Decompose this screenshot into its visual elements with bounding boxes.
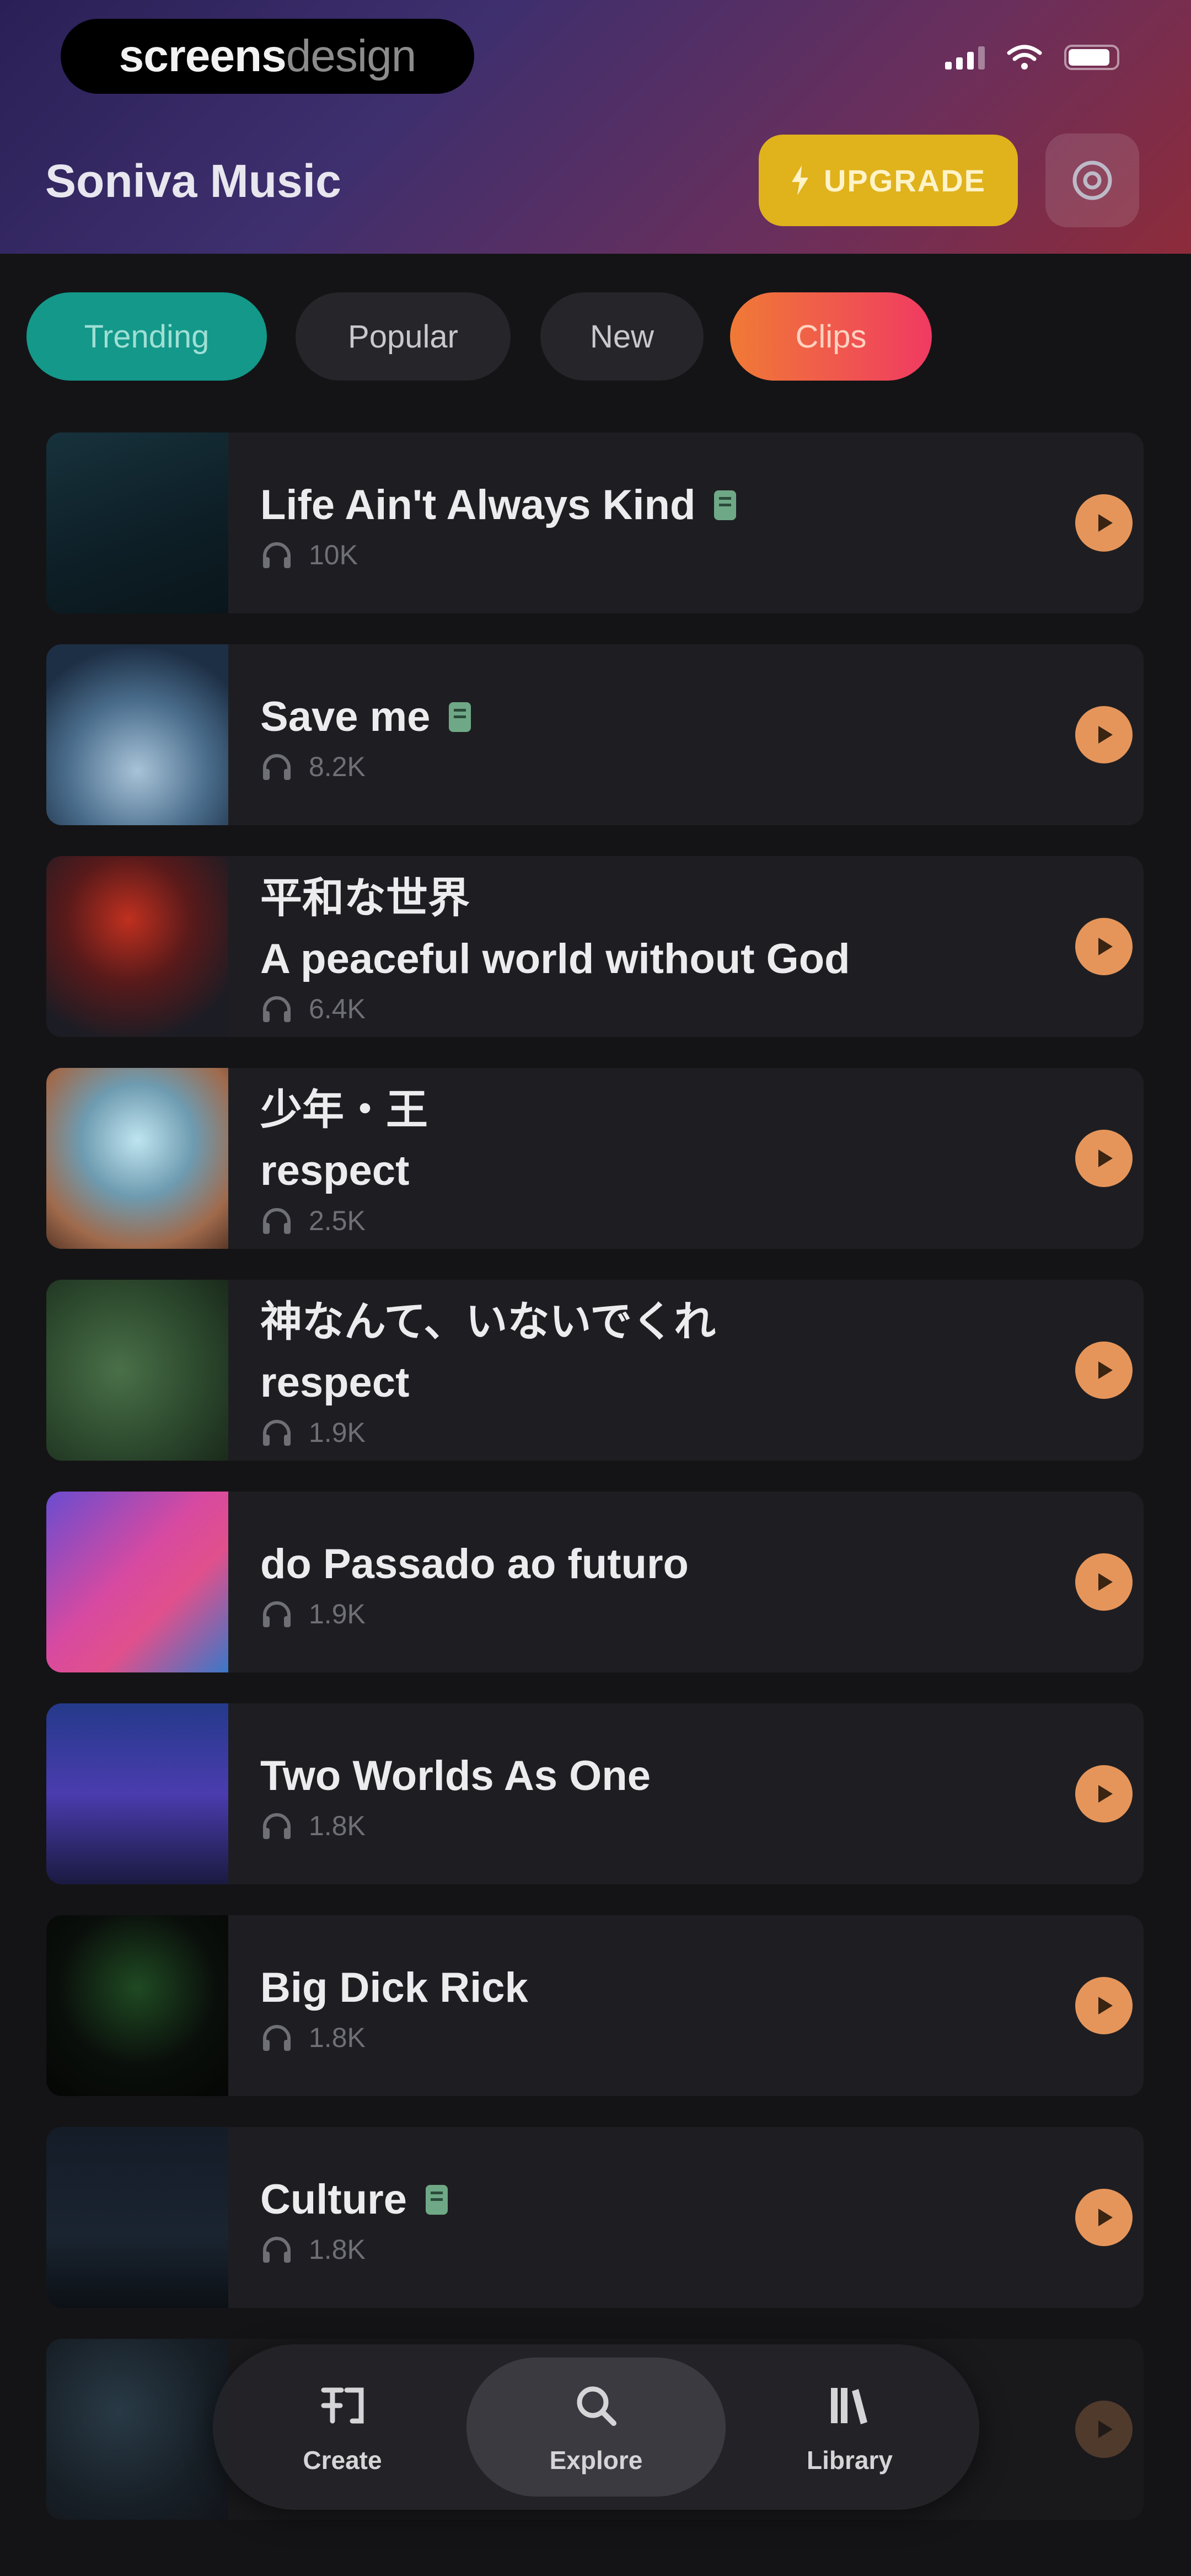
- headphones-icon: [263, 542, 291, 569]
- play-count: 1.8K: [309, 2234, 366, 2265]
- nav-create[interactable]: Create: [213, 2344, 472, 2510]
- play-button[interactable]: [1075, 494, 1133, 552]
- search-icon: [577, 2386, 616, 2426]
- track-row[interactable]: Culture 1.8K: [46, 2127, 1144, 2308]
- nav-library[interactable]: Library: [720, 2344, 979, 2510]
- watermark-logo: screens design: [61, 19, 474, 94]
- app-title: Soniva Music: [45, 155, 341, 207]
- play-button[interactable]: [1075, 2189, 1133, 2246]
- track-title: Life Ain't Always Kind: [260, 481, 696, 528]
- track-row[interactable]: Life Ain't Always Kind 10K: [46, 432, 1144, 613]
- nav-label: Explore: [549, 2446, 643, 2475]
- play-button[interactable]: [1075, 1977, 1133, 2034]
- badge-icon: [714, 490, 737, 520]
- track-row[interactable]: Two Worlds As One 1.8K: [46, 1703, 1144, 1884]
- play-icon: [1098, 1997, 1113, 2014]
- play-count: 8.2K: [309, 751, 366, 783]
- play-icon: [1098, 1573, 1113, 1591]
- play-icon: [1098, 938, 1113, 955]
- play-count: 10K: [309, 539, 358, 571]
- app-header: screens design Soniva Music UPGRADE: [0, 0, 1191, 254]
- track-row[interactable]: 少年・王 respect 2.5K: [46, 1068, 1144, 1249]
- track-title: 少年・王: [260, 1086, 428, 1134]
- play-button[interactable]: [1075, 1342, 1133, 1399]
- play-count: 1.8K: [309, 2022, 366, 2054]
- wifi-icon: [1007, 45, 1042, 70]
- track-row[interactable]: 平和な世界 A peaceful world without God 6.4K: [46, 856, 1144, 1037]
- track-cover: [46, 1703, 228, 1884]
- badge-icon: [449, 702, 471, 732]
- play-icon: [1098, 2420, 1113, 2438]
- track-row[interactable]: do Passado ao futuro 1.9K: [46, 1492, 1144, 1672]
- headphones-icon: [263, 2025, 291, 2051]
- bottom-navigation: Create Explore Library: [213, 2344, 979, 2510]
- headphones-icon: [263, 1601, 291, 1628]
- battery-icon: [1064, 45, 1119, 70]
- headphones-icon: [263, 996, 291, 1023]
- track-row[interactable]: 神なんて、いないでくれ respect 1.9K: [46, 1280, 1144, 1461]
- play-count: 1.8K: [309, 1810, 366, 1842]
- track-title: Two Worlds As One: [260, 1752, 651, 1799]
- play-count: 6.4K: [309, 993, 366, 1025]
- play-count: 1.9K: [309, 1599, 366, 1630]
- play-button[interactable]: [1075, 1130, 1133, 1187]
- play-button[interactable]: [1075, 706, 1133, 763]
- track-cover: [46, 1068, 228, 1249]
- track-cover: [46, 432, 228, 613]
- track-row[interactable]: Big Dick Rick 1.8K: [46, 1915, 1144, 2096]
- status-bar: [945, 44, 1119, 71]
- track-title: 神なんて、いないでくれ: [260, 1298, 716, 1345]
- track-subtitle: respect: [260, 1359, 410, 1406]
- tab-trending[interactable]: Trending: [26, 292, 267, 381]
- track-title: Culture: [260, 2176, 407, 2223]
- play-button[interactable]: [1075, 2401, 1133, 2458]
- play-icon: [1098, 726, 1113, 744]
- signal-icon: [945, 45, 985, 70]
- create-icon: [321, 2387, 364, 2424]
- play-icon: [1098, 1785, 1113, 1803]
- headphones-icon: [263, 1420, 291, 1446]
- upgrade-button[interactable]: UPGRADE: [759, 135, 1018, 226]
- play-button[interactable]: [1075, 918, 1133, 975]
- headphones-icon: [263, 1813, 291, 1840]
- nav-label: Create: [303, 2446, 382, 2475]
- track-title: do Passado ao futuro: [260, 1540, 689, 1588]
- headphones-icon: [263, 754, 291, 781]
- tab-clips[interactable]: Clips: [730, 292, 932, 381]
- nav-explore[interactable]: Explore: [466, 2344, 726, 2510]
- headphones-icon: [263, 2237, 291, 2263]
- track-row[interactable]: Save me 8.2K: [46, 644, 1144, 825]
- track-title: Save me: [260, 693, 431, 740]
- play-icon: [1098, 514, 1113, 532]
- tab-popular[interactable]: Popular: [296, 292, 511, 381]
- bolt-icon: [791, 165, 808, 195]
- headphones-icon: [263, 1208, 291, 1234]
- track-subtitle: A peaceful world without God: [260, 936, 850, 982]
- play-count: 1.9K: [309, 1417, 366, 1449]
- tab-new[interactable]: New: [540, 292, 704, 381]
- library-icon: [831, 2388, 867, 2424]
- badge-icon: [426, 2185, 448, 2215]
- play-icon: [1098, 1150, 1113, 1167]
- track-cover: [46, 1280, 228, 1461]
- settings-button[interactable]: [1045, 133, 1139, 227]
- play-icon: [1098, 1361, 1113, 1379]
- track-cover: [46, 2339, 228, 2520]
- track-cover: [46, 644, 228, 825]
- play-button[interactable]: [1075, 1553, 1133, 1611]
- track-title: Big Dick Rick: [260, 1964, 528, 2011]
- track-subtitle: respect: [260, 1147, 410, 1194]
- track-cover: [46, 2127, 228, 2308]
- nav-label: Library: [807, 2446, 893, 2475]
- track-cover: [46, 856, 228, 1037]
- gear-icon: [1072, 161, 1112, 200]
- track-cover: [46, 1492, 228, 1672]
- play-count: 2.5K: [309, 1205, 366, 1237]
- upgrade-label: UPGRADE: [823, 163, 986, 198]
- track-title: 平和な世界: [260, 874, 470, 922]
- play-button[interactable]: [1075, 1765, 1133, 1823]
- play-icon: [1098, 2209, 1113, 2226]
- track-cover: [46, 1915, 228, 2096]
